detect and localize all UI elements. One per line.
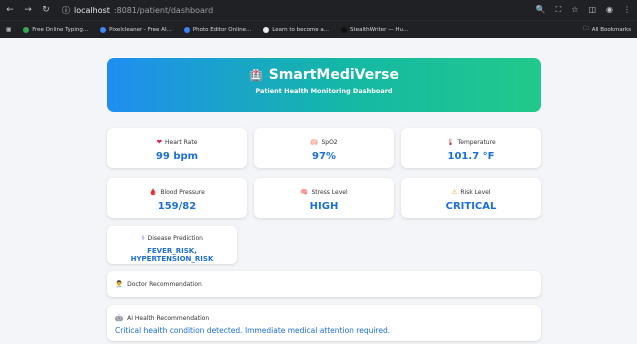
page-title: 🏥 SmartMediVerse	[107, 67, 541, 83]
zoom-icon[interactable]: 🔍	[536, 5, 546, 15]
heart-rate-card: ❤ Heart Rate 99 bpm	[107, 128, 247, 168]
all-bookmarks-button[interactable]: 🗀 All Bookmarks	[583, 25, 631, 34]
folder-icon: 🗀	[583, 26, 589, 32]
doctor-recommendation-label: Doctor Recommendation	[127, 280, 202, 288]
dashboard-page: 🏥 SmartMediVerse Patient Health Monitori…	[0, 38, 637, 344]
doctor-icon: 👨‍⚕️	[115, 280, 124, 288]
metric-label: Stress Level	[311, 188, 348, 196]
puzzle-icon[interactable]: ◫	[588, 5, 596, 15]
prediction-value: FEVER_RISK, HYPERTENSION_RISK	[130, 247, 214, 263]
browser-chrome: ← → ↻ ⓘ localhost:8081/patient/dashboard…	[0, 0, 637, 38]
metric-value: 101.7 °F	[447, 151, 495, 162]
app-title: SmartMediVerse	[268, 67, 399, 83]
bookmark-label: Pixelcleaner - Free AI...	[109, 26, 172, 33]
hospital-icon: 🏥	[249, 68, 263, 82]
address-bar[interactable]: ⓘ localhost:8081/patient/dashboard	[62, 5, 213, 16]
metric-value: 99 bpm	[155, 151, 199, 162]
disease-prediction-card: ⚕ Disease Prediction FEVER_RISK, HYPERTEN…	[107, 226, 237, 264]
stress-level-card: 🧠 Stress Level HIGH	[254, 178, 394, 218]
profile-icon[interactable]: ◉	[606, 5, 613, 15]
ai-recommendation-message: Critical health condition detected. Imme…	[115, 326, 391, 335]
apps-icon[interactable]: ▦	[6, 27, 11, 33]
metric-value: HIGH	[309, 201, 339, 212]
robot-icon: 🤖	[115, 314, 124, 322]
page-subtitle: Patient Health Monitoring Dashboard	[255, 87, 393, 95]
metric-label: Risk Level	[460, 188, 491, 196]
bookmark-favicon	[100, 26, 107, 33]
bookmark-item[interactable]: Photo Editor Online...	[183, 26, 252, 33]
bookmark-item[interactable]: Learn to become a...	[263, 26, 330, 33]
risk-level-card: ⚠ Risk Level CRITICAL	[401, 178, 541, 218]
stethoscope-icon: ⚕	[141, 234, 145, 242]
temperature-card: 🌡 Temperature 101.7 °F	[401, 128, 541, 168]
bookmark-item[interactable]: Pixelcleaner - Free AI...	[100, 26, 172, 33]
bookmark-label: Learn to become a...	[272, 26, 330, 33]
heart-icon: ❤	[156, 138, 163, 146]
browser-toolbar: ← → ↻ ⓘ localhost:8081/patient/dashboard…	[0, 0, 637, 20]
metric-label: SpO2	[321, 138, 338, 146]
metric-label: Heart Rate	[165, 138, 198, 146]
metric-value: 159/82	[157, 201, 197, 212]
star-icon[interactable]: ☆	[571, 5, 578, 15]
bookmark-favicon	[23, 26, 30, 33]
menu-icon[interactable]: ⋮	[623, 5, 631, 15]
extension-icon[interactable]: ⛶	[556, 5, 562, 15]
url-host: localhost	[74, 5, 110, 15]
site-info-icon[interactable]: ⓘ	[62, 5, 70, 16]
metric-value: 97%	[312, 151, 336, 162]
ai-recommendation-card: 🤖 AI Health Recommendation Critical healt…	[107, 305, 541, 341]
url-path: :8081/patient/dashboard	[113, 5, 214, 15]
bookmark-label: StealthWriter — Hu...	[350, 26, 409, 33]
lungs-icon: 🫁	[310, 138, 319, 146]
prediction-label: Disease Prediction	[147, 234, 203, 242]
metric-label: Temperature	[457, 138, 496, 146]
back-icon[interactable]: ←	[6, 5, 14, 15]
bookmark-item[interactable]: StealthWriter — Hu...	[341, 26, 409, 33]
thermometer-icon: 🌡	[446, 138, 455, 146]
bookmark-favicon	[341, 26, 348, 33]
bookmark-item[interactable]: Free Online Typing...	[23, 26, 89, 33]
bookmark-favicon	[263, 26, 270, 33]
bookmark-label: Photo Editor Online...	[192, 26, 252, 33]
brain-icon: 🧠	[300, 188, 309, 196]
all-bookmarks-label: All Bookmarks	[591, 26, 631, 33]
blood-drop-icon: 🩸	[149, 188, 158, 196]
metric-label: Blood Pressure	[160, 188, 205, 196]
bookmark-favicon	[183, 26, 190, 33]
bookmarks-bar: ▦ Free Online Typing... Pixelcleaner - F…	[0, 20, 637, 38]
spo2-card: 🫁 SpO2 97%	[254, 128, 394, 168]
reload-icon[interactable]: ↻	[42, 5, 50, 15]
doctor-recommendation-card: 👨‍⚕️ Doctor Recommendation	[107, 271, 541, 297]
warning-icon: ⚠	[451, 188, 458, 196]
forward-icon[interactable]: →	[24, 5, 32, 15]
dashboard-header: 🏥 SmartMediVerse Patient Health Monitori…	[107, 58, 541, 112]
metric-value: CRITICAL	[445, 201, 497, 212]
bookmark-label: Free Online Typing...	[32, 26, 89, 33]
ai-recommendation-label: AI Health Recommendation	[127, 314, 210, 322]
blood-pressure-card: 🩸 Blood Pressure 159/82	[107, 178, 247, 218]
